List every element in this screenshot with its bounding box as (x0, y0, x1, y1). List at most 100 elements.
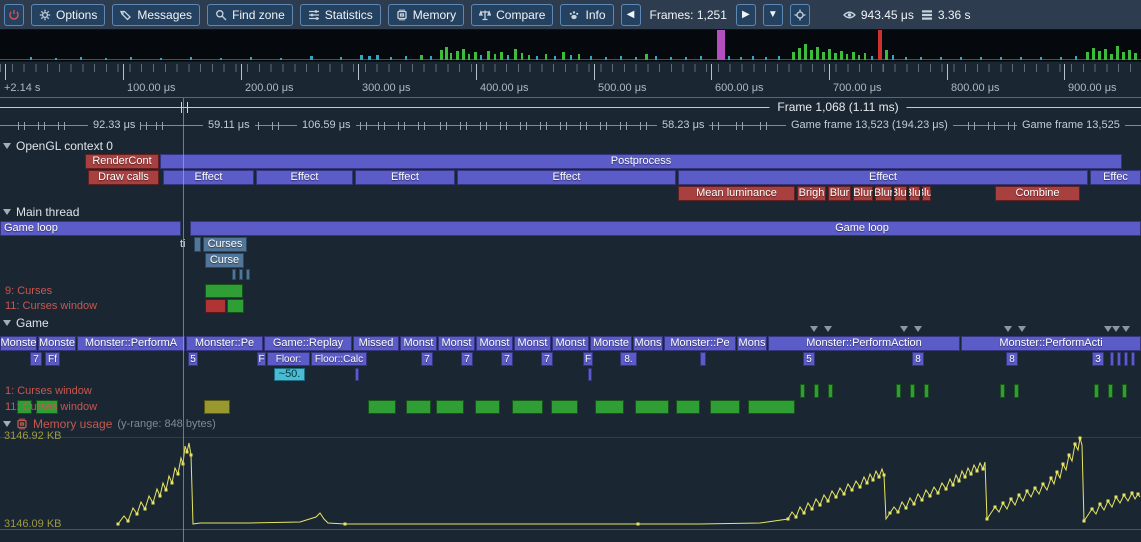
zone[interactable]: Mean luminance (678, 186, 795, 201)
zone[interactable]: Combine (995, 186, 1080, 201)
zone[interactable] (512, 400, 543, 414)
zone[interactable] (551, 400, 578, 414)
power-button[interactable] (4, 4, 24, 26)
zone[interactable]: Blur (828, 186, 851, 201)
zone[interactable] (239, 269, 243, 280)
zone[interactable] (194, 237, 201, 252)
zone[interactable]: Effec (1090, 170, 1141, 185)
zone[interactable]: Effect (163, 170, 254, 185)
memory-button[interactable]: Memory (388, 4, 464, 26)
zone[interactable] (748, 400, 795, 414)
zone[interactable] (924, 384, 929, 398)
zone[interactable] (896, 384, 901, 398)
zone[interactable] (205, 284, 243, 298)
zone[interactable] (368, 400, 396, 414)
zone[interactable]: 7 (30, 352, 42, 366)
zone[interactable] (1000, 384, 1005, 398)
zone[interactable] (676, 400, 700, 414)
zone[interactable]: Game loop (190, 221, 1141, 236)
next-frame-button[interactable]: ▶ (736, 4, 756, 26)
zone[interactable] (227, 299, 244, 313)
zone[interactable]: 8. (620, 352, 637, 366)
zone[interactable]: 7 (421, 352, 433, 366)
zone[interactable] (595, 400, 624, 414)
zone[interactable]: Draw calls (88, 170, 159, 185)
zone[interactable] (355, 368, 359, 381)
zone[interactable]: 3 (1092, 352, 1104, 366)
zone[interactable]: Monst (400, 336, 437, 351)
zone[interactable]: Monst (476, 336, 513, 351)
zone[interactable] (1124, 352, 1128, 366)
zone[interactable] (710, 400, 740, 414)
find-zone-button[interactable]: Find zone (207, 4, 293, 26)
zone[interactable]: Effect (678, 170, 1088, 185)
zone[interactable]: ~50. (274, 368, 305, 381)
zone[interactable]: Floor::Calc (311, 352, 367, 366)
zone[interactable]: Blur (909, 186, 920, 201)
zone[interactable] (1014, 384, 1019, 398)
zone[interactable] (475, 400, 500, 414)
zone[interactable]: Blur (853, 186, 873, 201)
zone[interactable]: Effect (355, 170, 455, 185)
messages-button[interactable]: Messages (112, 4, 200, 26)
zone[interactable] (436, 400, 464, 414)
zone[interactable] (1117, 352, 1121, 366)
zone[interactable]: Monst (514, 336, 551, 351)
zone[interactable]: RenderCont (85, 154, 159, 169)
zone[interactable] (1110, 352, 1114, 366)
zone[interactable] (800, 384, 805, 398)
zone[interactable] (588, 368, 592, 381)
zone[interactable]: 8 (1006, 352, 1018, 366)
zone[interactable]: Postprocess (160, 154, 1122, 169)
zone[interactable]: Monst (438, 336, 475, 351)
zone[interactable]: 8 (912, 352, 924, 366)
zone[interactable]: Monste (0, 336, 37, 351)
zone[interactable]: Effect (457, 170, 676, 185)
zone[interactable] (1131, 352, 1135, 366)
zone[interactable] (204, 400, 230, 414)
zone[interactable]: Mons (633, 336, 663, 351)
zone[interactable]: Game::Replay (264, 336, 352, 351)
zone[interactable] (828, 384, 833, 398)
zone[interactable] (205, 299, 226, 313)
zone[interactable]: 5 (803, 352, 815, 366)
zone[interactable] (1108, 384, 1113, 398)
section-header-opengl-context[interactable]: OpenGL context 0 (3, 139, 113, 152)
zone[interactable] (814, 384, 819, 398)
zone[interactable] (406, 400, 431, 414)
zone[interactable]: 5 (188, 352, 198, 366)
zone[interactable]: Ff (45, 352, 60, 366)
zone[interactable]: Blur (894, 186, 907, 201)
zone[interactable]: F (257, 352, 266, 366)
zone[interactable]: Monster::PerformActi (961, 336, 1141, 351)
zone[interactable]: Curse (205, 253, 244, 268)
zone[interactable]: Monster::PerformA (77, 336, 185, 351)
zone[interactable]: Missed (353, 336, 399, 351)
zone[interactable]: Curses (203, 237, 247, 252)
zone[interactable]: Monst (552, 336, 589, 351)
zone[interactable]: 7 (461, 352, 473, 366)
compare-button[interactable]: Compare (471, 4, 553, 26)
zone[interactable]: Effect (256, 170, 353, 185)
zone[interactable] (635, 400, 669, 414)
zone[interactable]: Monster::Pe (664, 336, 736, 351)
zone[interactable]: Mons (737, 336, 767, 351)
zone[interactable]: 7 (501, 352, 513, 366)
zone[interactable]: Floor: (267, 352, 310, 366)
options-button[interactable]: Options (31, 4, 105, 26)
zone[interactable] (700, 352, 706, 366)
zone[interactable]: Monster::Pe (186, 336, 263, 351)
prev-frame-button[interactable]: ◀ (621, 4, 641, 26)
zone[interactable] (910, 384, 915, 398)
go-to-frame-button[interactable]: ▼ (763, 4, 783, 26)
zone[interactable]: F (583, 352, 593, 366)
zone[interactable]: Blur (875, 186, 892, 201)
zone[interactable] (1094, 384, 1099, 398)
zone[interactable] (1122, 384, 1127, 398)
zone[interactable] (246, 269, 250, 280)
zone[interactable]: 7 (541, 352, 553, 366)
zone[interactable]: Blur (922, 186, 931, 201)
section-header-main-thread[interactable]: Main thread (3, 205, 79, 218)
zone[interactable]: Game loop (0, 221, 181, 236)
info-button[interactable]: Info (560, 4, 613, 26)
